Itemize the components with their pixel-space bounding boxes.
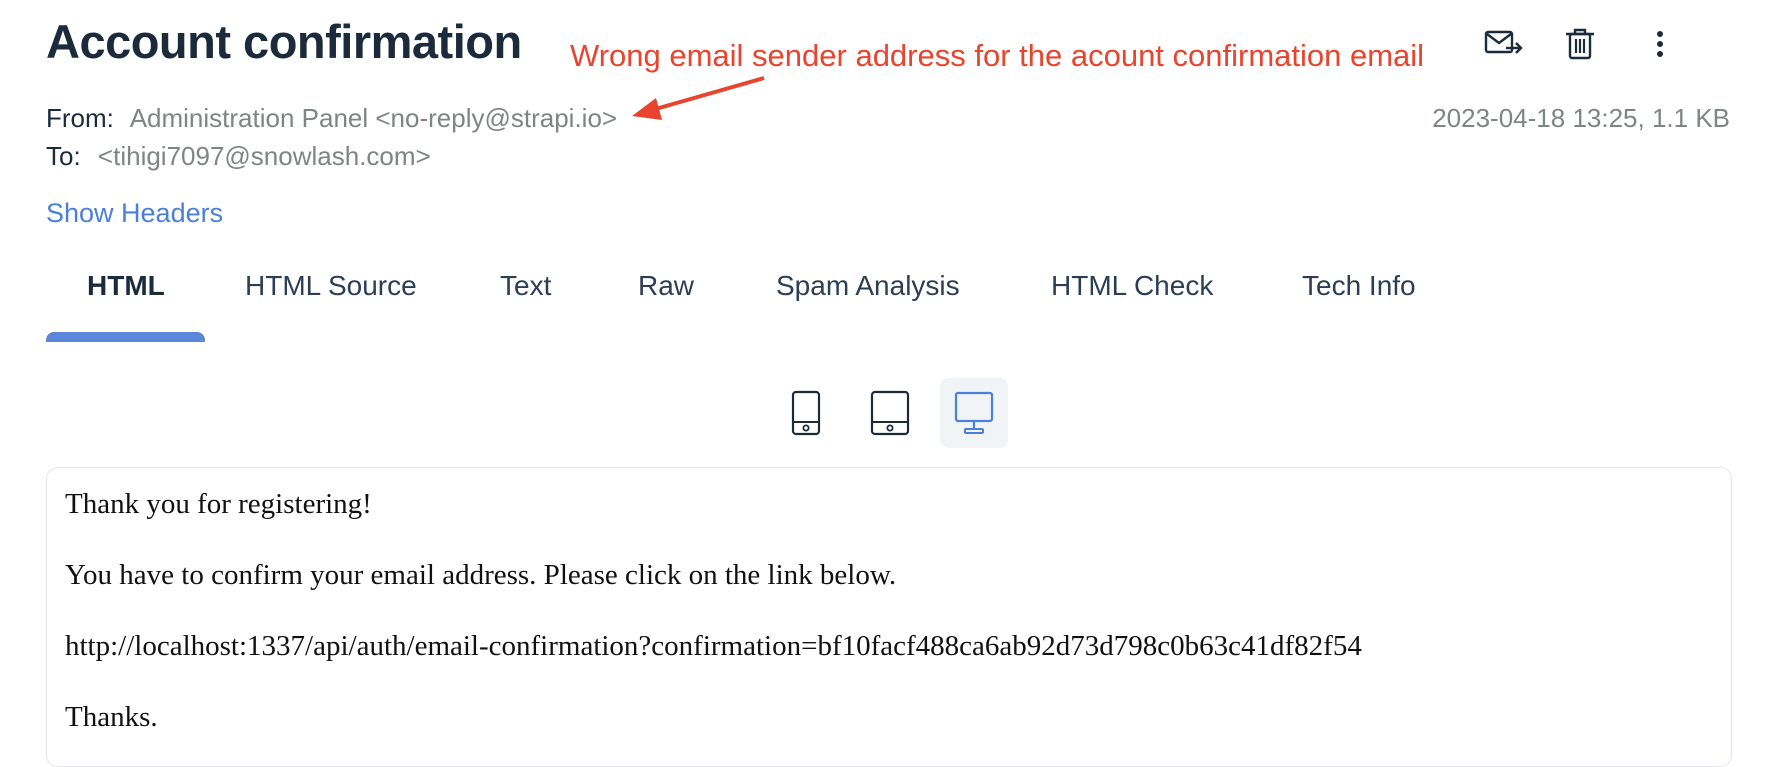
tab-html[interactable]: HTML — [87, 270, 165, 302]
show-headers-link[interactable]: Show Headers — [46, 198, 223, 229]
tab-text[interactable]: Text — [500, 270, 551, 302]
to-row: To: <tihigi7097@snowlash.com> — [46, 141, 431, 172]
from-row: From: Administration Panel <no-reply@str… — [46, 103, 617, 134]
message-actions — [1480, 22, 1780, 66]
forward-button[interactable] — [1480, 22, 1528, 66]
phone-view-button[interactable] — [772, 378, 840, 448]
annotation-arrow — [632, 76, 765, 120]
delete-button[interactable] — [1556, 22, 1604, 66]
tablet-icon — [870, 390, 910, 436]
from-label: From: — [46, 103, 114, 133]
to-label: To: — [46, 141, 81, 171]
email-preview: Thank you for registering! You have to c… — [46, 467, 1732, 767]
phone-icon — [791, 390, 821, 436]
tab-spam-analysis[interactable]: Spam Analysis — [776, 270, 960, 302]
tab-tech-info[interactable]: Tech Info — [1302, 270, 1416, 302]
from-value: Administration Panel <no-reply@strapi.io… — [129, 103, 618, 133]
desktop-view-button[interactable] — [940, 378, 1008, 448]
to-value: <tihigi7097@snowlash.com> — [97, 141, 431, 171]
annotation-text: Wrong email sender address for the acoun… — [570, 38, 1425, 73]
more-options-button[interactable] — [1636, 22, 1684, 66]
desktop-icon — [954, 391, 994, 434]
view-tabs: HTML HTML Source Text Raw Spam Analysis … — [46, 270, 1506, 342]
message-title: Account confirmation — [46, 15, 522, 68]
body-line: Thank you for registering! — [65, 488, 372, 520]
body-line: Thanks. — [65, 701, 158, 733]
tab-html-check[interactable]: HTML Check — [1051, 270, 1213, 302]
forward-mail-icon — [1484, 30, 1523, 54]
confirmation-link[interactable]: http://localhost:1337/api/auth/email-con… — [65, 630, 1713, 663]
active-tab-indicator — [46, 332, 205, 342]
date-size: 2023-04-18 13:25, 1.1 KB — [1432, 103, 1730, 133]
tab-raw[interactable]: Raw — [638, 270, 694, 302]
body-line: You have to confirm your email address. … — [65, 559, 897, 591]
more-vertical-icon — [1657, 31, 1663, 57]
tab-html-source[interactable]: HTML Source — [245, 270, 417, 302]
device-switcher — [772, 378, 1012, 448]
trash-icon — [1566, 28, 1594, 60]
tablet-view-button[interactable] — [856, 378, 924, 448]
